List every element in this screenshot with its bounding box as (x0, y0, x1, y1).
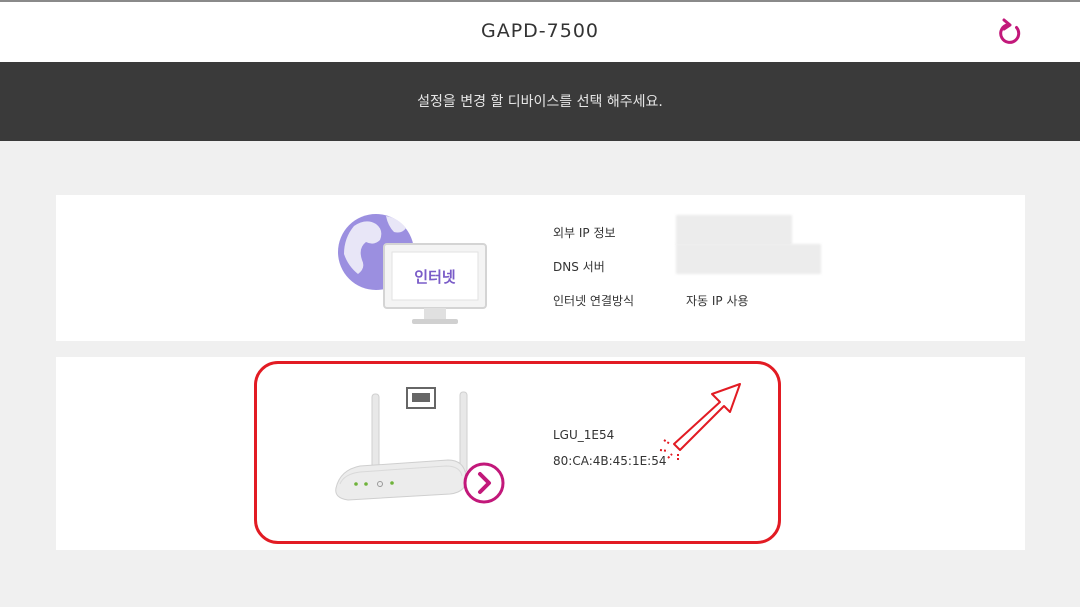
instruction-banner: 설정을 변경 할 디바이스를 선택 해주세요. (0, 62, 1080, 141)
dns-server-label: DNS 서버 (553, 260, 605, 274)
pointer-arrow-icon (652, 378, 744, 468)
internet-card (56, 195, 1025, 341)
internet-illustration: 인터넷 (336, 208, 488, 330)
page-title: GAPD-7500 (480, 20, 600, 42)
connection-type-value: 자동 IP 사용 (686, 294, 749, 308)
internet-label: 인터넷 (414, 268, 456, 286)
banner-message: 설정을 변경 할 디바이스를 선택 해주세요. (417, 94, 663, 110)
refresh-icon[interactable] (994, 16, 1028, 50)
external-ip-label: 외부 IP 정보 (553, 226, 616, 240)
dns-server-value-redacted (676, 244, 821, 274)
external-ip-value-redacted (676, 215, 792, 245)
header: GAPD-7500 (0, 2, 1080, 62)
connection-type-label: 인터넷 연결방식 (553, 294, 635, 308)
